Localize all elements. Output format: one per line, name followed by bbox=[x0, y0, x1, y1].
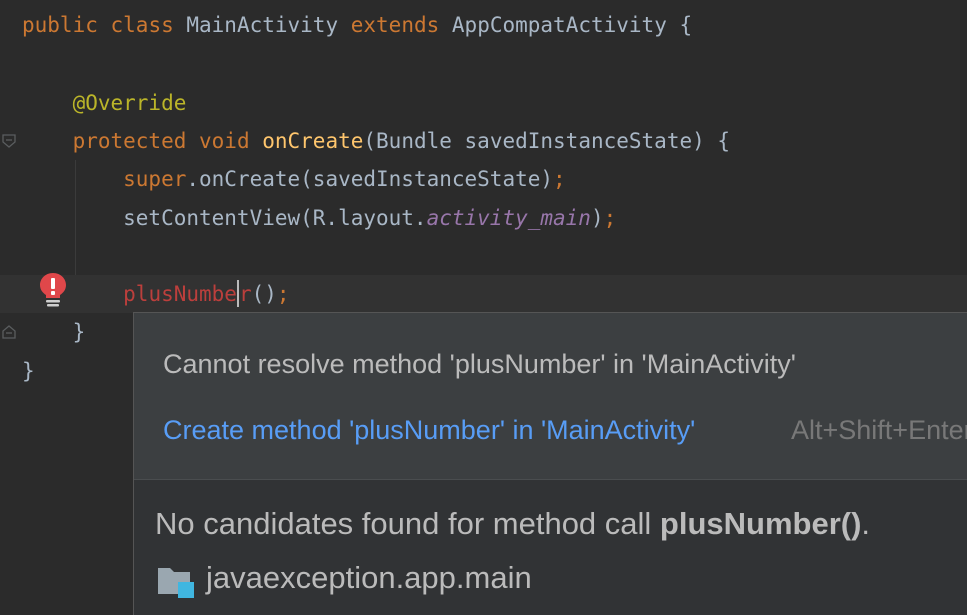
code-token: protected bbox=[22, 129, 200, 153]
code-line-8-error[interactable]: plusNumber(); bbox=[0, 275, 967, 313]
code-token: ; bbox=[553, 167, 566, 191]
code-token: } bbox=[22, 359, 35, 383]
code-token: public bbox=[22, 13, 111, 37]
code-text: public class MainActivity extends AppCom… bbox=[22, 6, 692, 44]
code-text: setContentView(R.layout.activity_main); bbox=[22, 199, 616, 237]
code-text: super.onCreate(savedInstanceState); bbox=[22, 160, 566, 198]
code-token: extends bbox=[350, 13, 452, 37]
code-token: AppCompatActivity { bbox=[451, 13, 693, 37]
code-token: } bbox=[22, 320, 86, 344]
code-line-1[interactable]: public class MainActivity extends AppCom… bbox=[0, 6, 967, 44]
code-line-4[interactable]: protected void onCreate(Bundle savedInst… bbox=[0, 122, 967, 160]
code-text: protected void onCreate(Bundle savedInst… bbox=[22, 122, 730, 160]
error-message: Cannot resolve method 'plusNumber' in 'M… bbox=[163, 349, 796, 379]
code-line-5[interactable]: super.onCreate(savedInstanceState); bbox=[0, 160, 967, 198]
popup-error-section: Cannot resolve method 'plusNumber' in 'M… bbox=[134, 313, 967, 480]
code-token: class bbox=[110, 13, 187, 37]
method-name: plusNumber() bbox=[659, 506, 862, 541]
code-line-3[interactable]: @Override bbox=[0, 84, 967, 122]
quickfix-shortcut-hint: Alt+Shift+Enter bbox=[791, 415, 967, 445]
code-token: super bbox=[22, 167, 187, 191]
code-token: MainActivity bbox=[186, 13, 351, 37]
code-text: } bbox=[22, 313, 86, 351]
code-text: } bbox=[22, 352, 35, 390]
code-token: void bbox=[199, 129, 263, 153]
code-token: setContentView(R.layout. bbox=[22, 206, 427, 230]
code-text: @Override bbox=[22, 84, 187, 122]
create-method-quickfix-link[interactable]: Create method 'plusNumber' in 'MainActiv… bbox=[163, 415, 695, 446]
package-name[interactable]: javaexception.app.main bbox=[206, 560, 532, 596]
code-token: ) bbox=[590, 206, 604, 230]
code-token: activity_main bbox=[426, 206, 591, 230]
fold-start-icon[interactable] bbox=[2, 134, 16, 148]
error-lightbulb-icon[interactable] bbox=[38, 271, 68, 307]
code-token: ; bbox=[603, 206, 617, 230]
package-folder-icon bbox=[158, 568, 194, 598]
code-token: onCreate bbox=[262, 129, 364, 153]
code-token: (Bundle savedInstanceState) { bbox=[363, 129, 731, 153]
code-token: .onCreate(savedInstanceState) bbox=[186, 167, 554, 191]
error-tooltip-popup[interactable]: Cannot resolve method 'plusNumber' in 'M… bbox=[133, 312, 967, 615]
code-line-6[interactable]: setContentView(R.layout.activity_main); bbox=[0, 199, 967, 237]
unresolved-method-call[interactable]: plusNumber bbox=[123, 279, 252, 307]
code-token: @Override bbox=[22, 91, 187, 115]
candidates-message: No candidates found for method call plus… bbox=[155, 506, 871, 541]
popup-candidates-section: No candidates found for method call plus… bbox=[134, 480, 967, 615]
fold-end-icon[interactable] bbox=[2, 325, 16, 339]
